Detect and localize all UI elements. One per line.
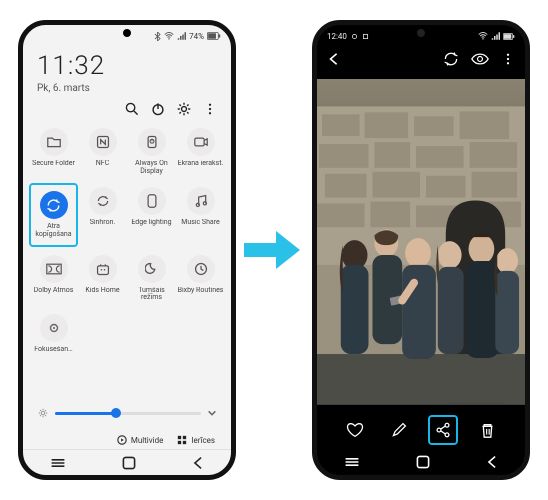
favorite-button[interactable] (340, 415, 370, 445)
edge-icon (138, 187, 166, 215)
nav-recents-icon[interactable] (50, 457, 66, 469)
qs-tile[interactable]: Always On Display (127, 124, 176, 179)
phone-right: 12:40 (312, 20, 530, 480)
qs-tile-label: Fokusēšan… (34, 346, 73, 354)
nav-back-icon[interactable] (486, 455, 498, 469)
qs-tile[interactable]: Music Share (176, 183, 225, 246)
gallery-topbar (317, 43, 525, 75)
qs-tile[interactable]: Tumšais režīms (127, 251, 176, 306)
qs-tile[interactable]: Bixby Routines (176, 251, 225, 306)
nav-recents-icon[interactable] (344, 456, 360, 468)
status-time: 12:40 (327, 32, 347, 41)
battery-icon (503, 33, 515, 40)
qs-bottom-row: Multivide Ierīces (23, 435, 231, 445)
qs-tile[interactable]: Sinhron. (78, 183, 127, 246)
dolby-icon (40, 255, 68, 283)
notif-icon (351, 33, 358, 40)
auto-icon[interactable] (443, 51, 459, 67)
gear-icon[interactable] (177, 102, 191, 116)
qs-tile[interactable]: Ātrā kopīgošana (29, 183, 78, 246)
signal-icon (491, 32, 500, 40)
qs-tile-label: Ātrā kopīgošana (33, 223, 74, 238)
dark-icon (138, 255, 166, 283)
bixby-icon (187, 255, 215, 283)
notif-icon (362, 33, 369, 40)
nav-bar (317, 449, 525, 475)
clock-date: Pk, 6. marts (37, 83, 217, 94)
devices-label: Ierīces (191, 436, 215, 445)
more-icon[interactable] (501, 52, 515, 66)
nav-bar (23, 449, 231, 475)
brightness-low-icon (37, 407, 49, 419)
back-icon[interactable] (327, 52, 341, 66)
brightness-thumb[interactable] (111, 408, 121, 418)
qs-tile-label: Secure Folder (32, 160, 75, 168)
wifi-icon (478, 32, 488, 40)
nav-home-icon[interactable] (121, 455, 137, 471)
battery-text: 74% (189, 32, 204, 41)
photo-content (317, 105, 525, 405)
photo-viewport[interactable] (317, 79, 525, 405)
nav-back-icon[interactable] (192, 456, 204, 470)
brightness-track[interactable] (55, 412, 201, 415)
bluetooth-icon (154, 32, 161, 41)
power-icon[interactable] (151, 102, 165, 116)
share-icon (40, 191, 68, 219)
music-icon (187, 187, 215, 215)
delete-button[interactable] (472, 415, 502, 445)
qs-tile-label: Music Share (181, 219, 220, 227)
status-bar: 12:40 (317, 25, 525, 43)
share-button[interactable] (428, 415, 458, 445)
qs-tile-label: Ekrāna ierakst. (178, 160, 224, 168)
status-bar: 74% (23, 25, 231, 43)
nfc-icon (89, 128, 117, 156)
aod-icon (138, 128, 166, 156)
wifi-icon (164, 32, 174, 40)
qs-tile[interactable]: NFC (78, 124, 127, 179)
qs-tile-label: Edge lighting (131, 219, 171, 227)
media-button[interactable]: Multivide (117, 435, 163, 445)
gallery-actions (317, 415, 525, 445)
more-icon[interactable] (203, 102, 217, 116)
qs-tile-label: Tumšais režīms (129, 287, 175, 302)
folder-icon (40, 128, 68, 156)
sync-icon (89, 187, 117, 215)
phone-left: 74% 11:32 Pk, 6. marts (18, 20, 236, 480)
clock-time: 11:32 (37, 51, 217, 81)
qs-tile[interactable]: Dolby Atmos (29, 251, 78, 306)
qs-tile-label: Sinhron. (90, 219, 116, 227)
qs-tile-label: NFC (96, 160, 109, 168)
qs-tile-label: Kids Home (85, 287, 119, 295)
chevron-down-icon[interactable] (207, 408, 217, 418)
qs-tile[interactable]: Kids Home (78, 251, 127, 306)
eye-icon[interactable] (471, 52, 489, 66)
time-block: 11:32 Pk, 6. marts (23, 43, 231, 96)
search-icon[interactable] (125, 102, 139, 116)
qs-tile-label: Dolby Atmos (34, 287, 74, 295)
qs-row-partial: Fokusēšan… (23, 306, 231, 358)
qs-tile-label: Bixby Routines (178, 287, 224, 295)
signal-icon (177, 32, 186, 40)
nav-home-icon[interactable] (415, 454, 431, 470)
qs-tile-label: Always On Display (129, 160, 175, 175)
brightness-slider[interactable] (23, 407, 231, 419)
record-icon (187, 128, 215, 156)
qs-tile-focus[interactable]: Fokusēšan… (29, 310, 78, 358)
qs-tile-grid: Secure Folder NFC Always On DisplayEkrāna … (23, 124, 231, 306)
brightness-fill (55, 412, 116, 415)
media-label: Multivide (131, 436, 163, 445)
qs-tile[interactable]: Edge lighting (127, 183, 176, 246)
qs-tile[interactable]: Ekrāna ierakst. (176, 124, 225, 179)
qs-tile[interactable]: Secure Folder (29, 124, 78, 179)
edit-button[interactable] (384, 415, 414, 445)
qs-action-row (23, 96, 231, 124)
quick-settings-panel: 74% 11:32 Pk, 6. marts (23, 25, 231, 475)
devices-button[interactable]: Ierīces (177, 435, 215, 445)
arrow-icon (242, 225, 302, 275)
battery-icon (207, 32, 221, 40)
kids-icon (89, 255, 117, 283)
gallery-viewer: 12:40 (317, 25, 525, 475)
